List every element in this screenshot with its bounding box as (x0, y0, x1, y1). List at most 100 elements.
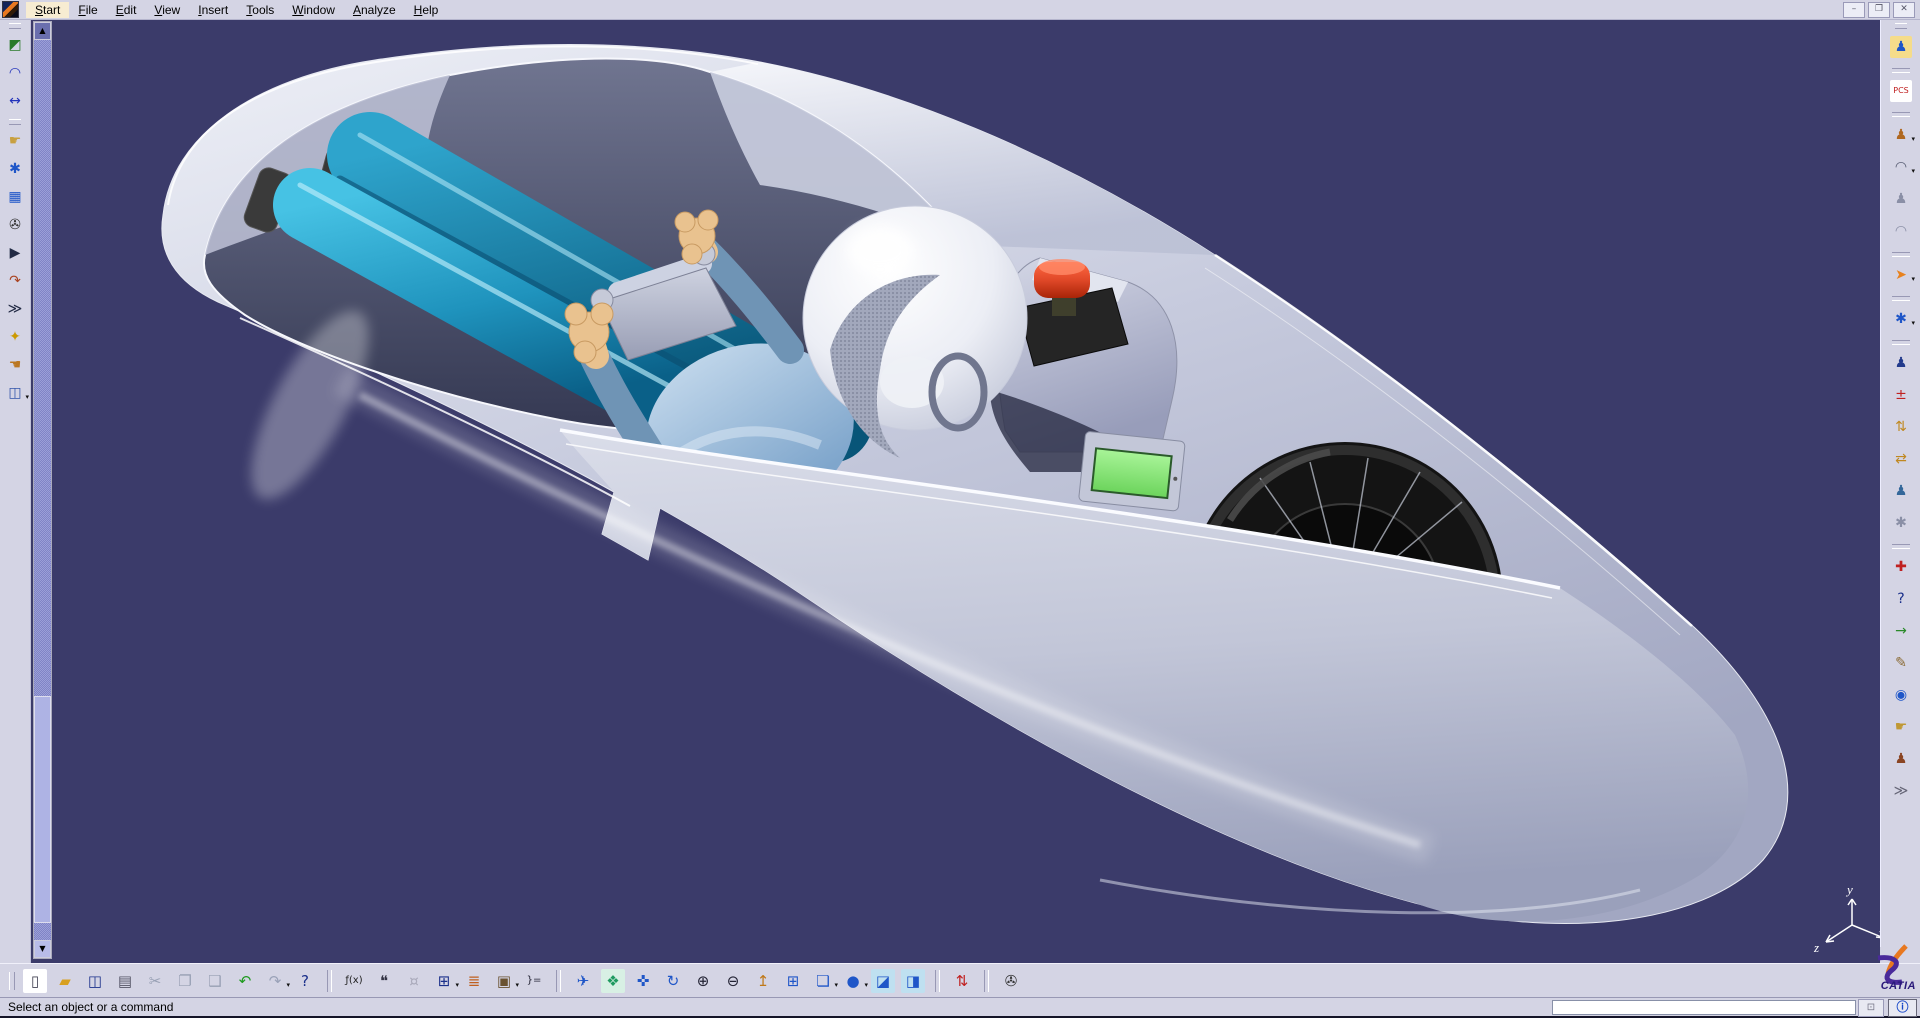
stature-edit-button[interactable]: ⇅ (1890, 416, 1912, 438)
manikin-measure-button[interactable]: ♟ (1890, 748, 1912, 770)
new-document-button[interactable]: ▯ (23, 969, 47, 993)
redo-button-menu-arrow[interactable]: ▾ (286, 973, 290, 997)
close-button[interactable]: ✕ (1893, 2, 1915, 18)
forward-kinematics-button[interactable]: ♟ (1890, 188, 1912, 210)
manikin-population-button-menu-arrow[interactable]: ▾ (1911, 128, 1915, 150)
snapshot-camera-button[interactable]: ✇ (999, 969, 1023, 993)
replay-simulation-button[interactable]: ▦ (4, 186, 26, 208)
shading-mode-button[interactable]: ●▾ (841, 969, 865, 993)
simulation-player-button[interactable]: ≫ (4, 298, 26, 320)
inverse-kinematics-button[interactable]: ◠ (1890, 220, 1912, 242)
pan-button[interactable]: ✜ (631, 969, 655, 993)
formula-button[interactable]: ƒ(x) (342, 969, 366, 993)
track-button[interactable]: ▶ (4, 242, 26, 264)
fit-all-in-button[interactable]: ❖ (601, 969, 625, 993)
carry-task-button[interactable]: ♟ (1890, 480, 1912, 502)
swept-volume-button[interactable]: ◫▾ (4, 382, 26, 404)
posture-curve-button-menu-arrow[interactable]: ▾ (1911, 160, 1915, 182)
swept-volume-button-menu-arrow[interactable]: ▾ (25, 386, 29, 408)
design-table-button-menu-arrow[interactable]: ▾ (455, 973, 459, 997)
posture-report-button[interactable]: ✎ (1890, 652, 1912, 674)
power-input-field[interactable] (1552, 1000, 1856, 1015)
new-manikin-button[interactable]: ✚ (1890, 556, 1912, 578)
whats-this-button[interactable]: ? (293, 969, 317, 993)
swap-visible-space-button[interactable]: ◨ (901, 969, 925, 993)
info-button[interactable]: ⓘ (1888, 999, 1917, 1017)
human-builder-button[interactable]: ♟ (1890, 36, 1912, 58)
comment-button[interactable]: ❝ (372, 969, 396, 993)
scroll-up-button[interactable]: ▲ (34, 22, 51, 40)
normal-view-button[interactable]: ↥ (751, 969, 775, 993)
clash-analysis-button[interactable]: ✦ (4, 326, 26, 348)
zoom-out-button[interactable]: ⊖ (721, 969, 745, 993)
copy-button[interactable]: ❐ (173, 969, 197, 993)
model-lcd-display[interactable] (1078, 431, 1185, 511)
simulation-button[interactable]: ☛ (4, 130, 26, 152)
manikin-population-button[interactable]: ♟▾ (1890, 124, 1912, 146)
pcs-document-button[interactable]: PCS (1890, 80, 1912, 102)
select-arrow-button[interactable]: ➤▾ (1890, 264, 1912, 286)
3d-viewport[interactable]: y x z (30, 19, 1880, 963)
measure-button[interactable]: ⇅ (950, 969, 974, 993)
menu-start[interactable]: Start (26, 2, 69, 18)
menu-insert[interactable]: Insert (189, 2, 237, 18)
restore-button[interactable]: ❐ (1868, 2, 1890, 18)
minimize-button[interactable]: – (1843, 2, 1865, 18)
toolbar-grip[interactable] (9, 972, 15, 990)
zoom-in-button[interactable]: ⊕ (691, 969, 715, 993)
save-button[interactable]: ◫ (83, 969, 107, 993)
menu-file[interactable]: File (69, 2, 106, 18)
walk-task-button[interactable]: → (1890, 620, 1912, 642)
scrollbar-thumb[interactable] (34, 696, 51, 923)
camera-replay-button[interactable]: ✇ (4, 214, 26, 236)
undo-button[interactable]: ↶ (233, 969, 257, 993)
iso-view-button-menu-arrow[interactable]: ▾ (834, 973, 838, 997)
iso-view-button[interactable]: ❏▾ (811, 969, 835, 993)
app-logo-icon[interactable] (2, 1, 19, 18)
menu-help[interactable]: Help (405, 2, 448, 18)
design-table-button[interactable]: ⊞▾ (432, 969, 456, 993)
mechanism-dressup-button[interactable]: ✱ (4, 158, 26, 180)
measure-between-button[interactable]: ↔ (4, 90, 26, 112)
doc-window-button[interactable]: ⊡ (1858, 999, 1884, 1017)
posture-settings-button[interactable]: ✱ (1890, 512, 1912, 534)
add-remove-posture-button[interactable]: ± (1890, 384, 1912, 406)
toolbar-grip[interactable] (9, 23, 21, 29)
fly-mode-button[interactable]: ✈ (571, 969, 595, 993)
knowledge-gear-button-menu-arrow[interactable]: ▾ (1911, 312, 1915, 334)
menu-window[interactable]: Window (283, 2, 344, 18)
catalog-button[interactable]: ¤ (402, 969, 426, 993)
print-button[interactable]: ▤ (113, 969, 137, 993)
vision-window-button[interactable]: ◉ (1890, 684, 1912, 706)
cut-button[interactable]: ✂ (143, 969, 167, 993)
multi-view-button[interactable]: ⊞ (781, 969, 805, 993)
menu-view[interactable]: View (145, 2, 189, 18)
arc-measure-button[interactable]: ◠ (4, 62, 26, 84)
lock-button[interactable]: ▣▾ (492, 969, 516, 993)
hide-show-button[interactable]: ◪ (871, 969, 895, 993)
rotate-button[interactable]: ↻ (661, 969, 685, 993)
posture-curve-button[interactable]: ◠▾ (1890, 156, 1912, 178)
manikin-properties-button[interactable]: ? (1890, 588, 1912, 610)
viewport-scrollbar[interactable]: ▲ ▼ (33, 21, 52, 959)
shading-mode-button-menu-arrow[interactable]: ▾ (864, 973, 868, 997)
menu-tools[interactable]: Tools (237, 2, 283, 18)
view-manipulation-button[interactable]: ◩ (4, 34, 26, 56)
redo-button[interactable]: ↷▾ (263, 969, 287, 993)
reach-envelope-button[interactable]: ☛ (1890, 716, 1912, 738)
select-arrow-button-menu-arrow[interactable]: ▾ (1911, 268, 1915, 290)
reach-edit-button[interactable]: ⇄ (1890, 448, 1912, 470)
toolbar-grip[interactable] (1895, 23, 1907, 29)
lock-button-menu-arrow[interactable]: ▾ (515, 973, 519, 997)
paste-button[interactable]: ❑ (203, 969, 227, 993)
menu-analyze[interactable]: Analyze (344, 2, 405, 18)
product-structure-button[interactable]: ≣ (462, 969, 486, 993)
more-tools-chevron[interactable]: ≫ (1890, 780, 1912, 802)
sequence-button[interactable]: ↷ (4, 270, 26, 292)
standard-pose-button[interactable]: ♟ (1890, 352, 1912, 374)
scroll-down-button[interactable]: ▼ (34, 940, 51, 958)
menu-edit[interactable]: Edit (107, 2, 146, 18)
toolbar-grip[interactable] (9, 119, 21, 125)
knowledge-gear-button[interactable]: ✱▾ (1890, 308, 1912, 330)
equivalent-dimensions-button[interactable]: }= (522, 969, 546, 993)
